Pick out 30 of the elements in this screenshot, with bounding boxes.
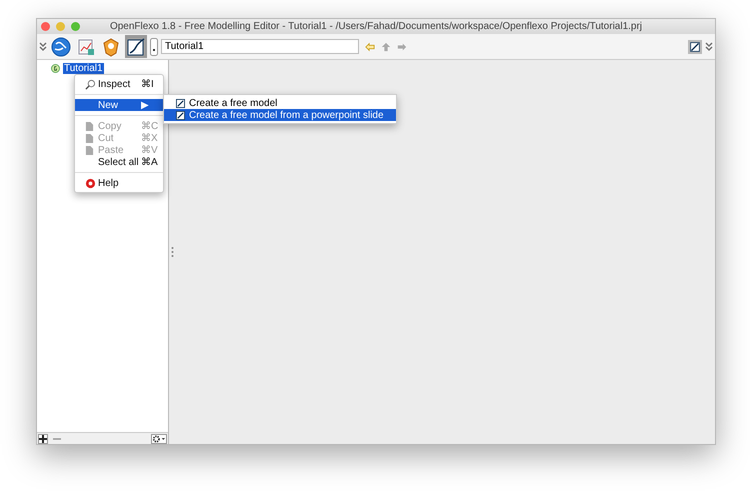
settings-button[interactable] [151,434,167,444]
project-icon [51,64,60,73]
chevron-icon[interactable] [705,42,713,52]
menu-item[interactable]: Help [75,177,163,189]
splitter-handle[interactable] [170,246,174,258]
tree-item[interactable]: Tutorial1 [63,63,104,74]
document-icon [85,120,94,132]
up-arrow-icon[interactable] [381,42,391,52]
search-icon [85,78,96,90]
pen-tool-button[interactable] [125,35,147,58]
pen-icon [176,110,185,120]
dropdown-icon[interactable] [150,38,158,56]
window-title: OpenFlexo 1.8 - Free Modelling Editor - Tutorial1 - /Users/Fahad/Documents/workspace/Openflexo Projects/Tutorial1.prj [108,21,644,32]
project-field[interactable]: Tutorial1 [161,39,359,54]
menu-item[interactable]: Select all ⌘A [75,156,163,168]
back-arrow-icon[interactable] [365,42,375,52]
menu-item[interactable]: Create a free model from a powerpoint slide [164,109,396,121]
globe-tool-button[interactable] [50,35,72,58]
add-button[interactable] [38,434,48,444]
pen-icon [176,98,185,108]
chevron-icon[interactable] [39,42,47,52]
menu-item[interactable]: Create a free model [164,97,396,109]
forward-arrow-icon[interactable] [397,42,407,52]
document-icon [85,132,94,144]
pen-icon[interactable] [688,40,702,54]
help-icon [85,178,96,188]
document-icon [85,144,94,156]
close-button[interactable] [41,22,50,31]
menu-item[interactable]: Inspect ⌘I [75,78,163,90]
menu-item[interactable]: New ▶ [75,99,163,111]
